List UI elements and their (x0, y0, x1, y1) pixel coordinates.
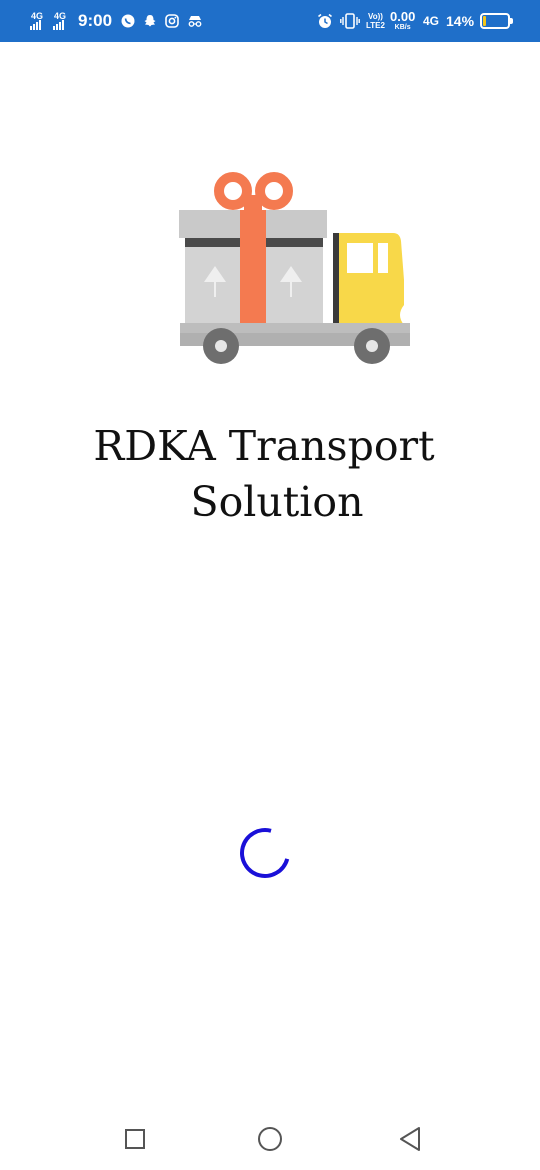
home-button[interactable] (255, 1124, 285, 1154)
volte-label: Vo)) (368, 12, 383, 21)
back-button[interactable] (395, 1124, 425, 1154)
status-bar: 4G 4G 9:00 Vo)) LTE2 0.00 KB/s 4G 14% (0, 0, 540, 42)
snapchat-icon (143, 0, 157, 42)
speed-unit: KB/s (394, 24, 411, 31)
incognito-icon (187, 0, 203, 42)
app-title-line1: RDKA Transport (93, 422, 435, 470)
volte-indicator: Vo)) LTE2 (366, 0, 385, 42)
circle-icon (258, 1127, 282, 1151)
signal-bars-icon (30, 20, 41, 30)
vibrate-icon (340, 0, 360, 42)
square-icon (125, 1129, 145, 1149)
recent-apps-button[interactable] (120, 1124, 150, 1154)
speed-value: 0.00 (390, 9, 416, 24)
battery-level-fill (483, 16, 486, 26)
instagram-icon (165, 0, 179, 42)
clock: 9:00 (78, 11, 113, 30)
app-title-line2: Solution (190, 478, 364, 526)
battery-icon (480, 0, 513, 42)
lte2-label: LTE2 (366, 21, 385, 30)
whatsapp-icon (121, 0, 135, 42)
delivery-truck-gift-icon (170, 165, 420, 375)
app-title: RDKA Transport Solution (0, 418, 540, 530)
network-speed: 0.00 KB/s (390, 0, 415, 42)
triangle-back-icon (400, 1127, 420, 1151)
loading-spinner (230, 818, 300, 888)
alarm-icon (317, 0, 333, 42)
network-type-label: 4G (423, 13, 440, 28)
battery-percent: 14% (446, 13, 475, 29)
signal-bars-icon (53, 20, 64, 30)
network-type-indicator: 4G (423, 0, 439, 42)
